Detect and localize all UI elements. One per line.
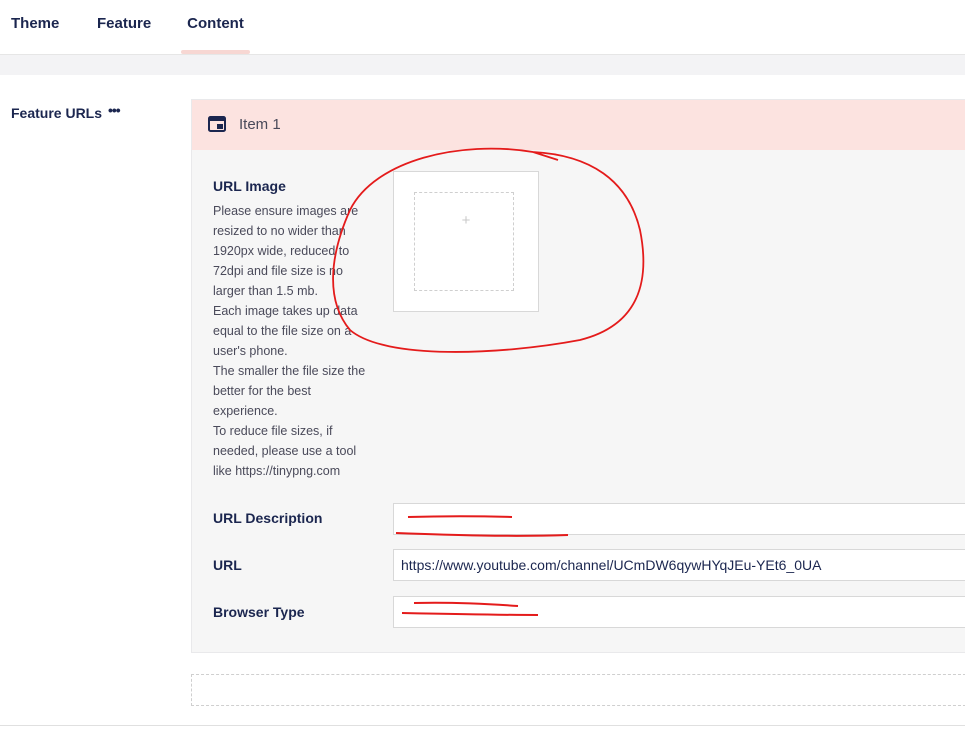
active-tab-indicator	[181, 50, 250, 54]
item-title: Item 1	[239, 116, 281, 133]
bottom-divider	[0, 725, 965, 726]
tab-content[interactable]: Content	[181, 0, 250, 54]
url-image-description: Please ensure images are resized to no w…	[213, 204, 366, 478]
property-label: Feature URLs	[11, 105, 103, 121]
url-input[interactable]	[393, 549, 965, 581]
property-menu-button[interactable]: •••	[108, 102, 121, 118]
item-block-icon	[208, 116, 226, 132]
url-image-label: URL Image	[213, 178, 286, 194]
browser-type-label: Browser Type	[213, 604, 305, 620]
url-description-input[interactable]	[393, 503, 965, 535]
tab-bar: Theme Feature Content	[0, 0, 965, 55]
add-image-icon: +	[461, 212, 471, 229]
section-divider	[0, 55, 965, 75]
item-header[interactable]: Item 1	[192, 100, 965, 150]
tab-feature[interactable]: Feature	[97, 0, 151, 54]
url-description-label: URL Description	[213, 510, 323, 526]
browser-type-input[interactable]	[393, 596, 965, 628]
item-block: Item 1 URL Image Please ensure images ar…	[191, 99, 965, 653]
url-label: URL	[213, 557, 242, 573]
tab-theme[interactable]: Theme	[11, 0, 59, 54]
image-picker[interactable]: +	[393, 171, 539, 312]
add-item-area[interactable]	[191, 674, 965, 706]
